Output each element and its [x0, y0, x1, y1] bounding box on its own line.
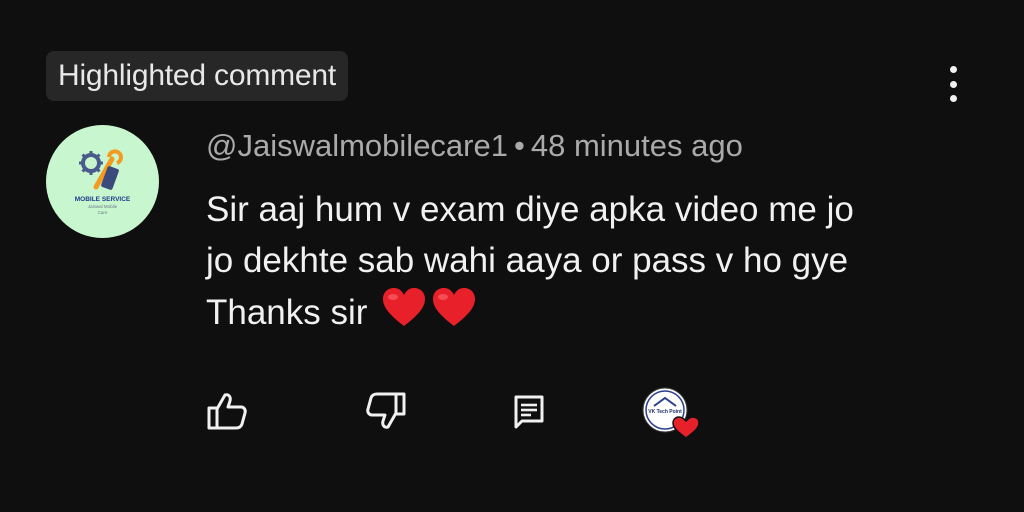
svg-text:VK Tech Point: VK Tech Point	[648, 409, 682, 415]
more-dot	[949, 95, 957, 102]
svg-text:MOBILE SERVICE: MOBILE SERVICE	[75, 196, 131, 203]
red-heart-emoji	[383, 288, 426, 326]
more-dot	[949, 66, 957, 73]
comment-time: 48 minutes ago	[530, 128, 743, 163]
dislike-button[interactable]	[361, 386, 411, 436]
comment-line: Thanks sir	[206, 293, 368, 332]
meta-separator: •	[513, 128, 525, 163]
thumbs-down-icon	[366, 392, 406, 429]
comment-line: jo dekhte sab wahi aaya or pass v ho gye	[206, 241, 849, 280]
more-dot	[949, 80, 957, 88]
badge-label: Highlighted comment	[58, 59, 337, 92]
creator-heart-badge: VK Tech Point	[640, 386, 704, 442]
gear-icon	[79, 151, 103, 175]
comment-author[interactable]: @Jaiswalmobilecare1	[206, 128, 508, 163]
more-options-icon[interactable]	[938, 64, 968, 104]
reply-button[interactable]	[504, 386, 554, 436]
red-heart-emoji	[433, 288, 476, 326]
comment-line: Sir aaj hum v exam diye apka video me jo	[206, 190, 854, 229]
reply-icon	[514, 395, 544, 429]
comment-text: Sir aaj hum v exam diye apka video me jo…	[206, 184, 966, 338]
comment-line-last: Thanks sir	[206, 286, 966, 338]
highlighted-comment-badge: Highlighted comment	[46, 51, 349, 101]
avatar[interactable]: MOBILE SERVICE Jaiswal Mobile Care	[46, 125, 159, 238]
svg-text:Jaiswal Mobile: Jaiswal Mobile	[88, 204, 118, 209]
like-button[interactable]	[202, 386, 252, 436]
svg-text:Care: Care	[98, 210, 108, 215]
avatar-logo: MOBILE SERVICE Jaiswal Mobile Care	[75, 149, 131, 215]
comment-meta: @Jaiswalmobilecare1 • 48 minutes ago	[206, 128, 743, 164]
creator-heart-icon: VK Tech Point	[642, 387, 700, 439]
thumbs-up-icon	[207, 393, 247, 430]
